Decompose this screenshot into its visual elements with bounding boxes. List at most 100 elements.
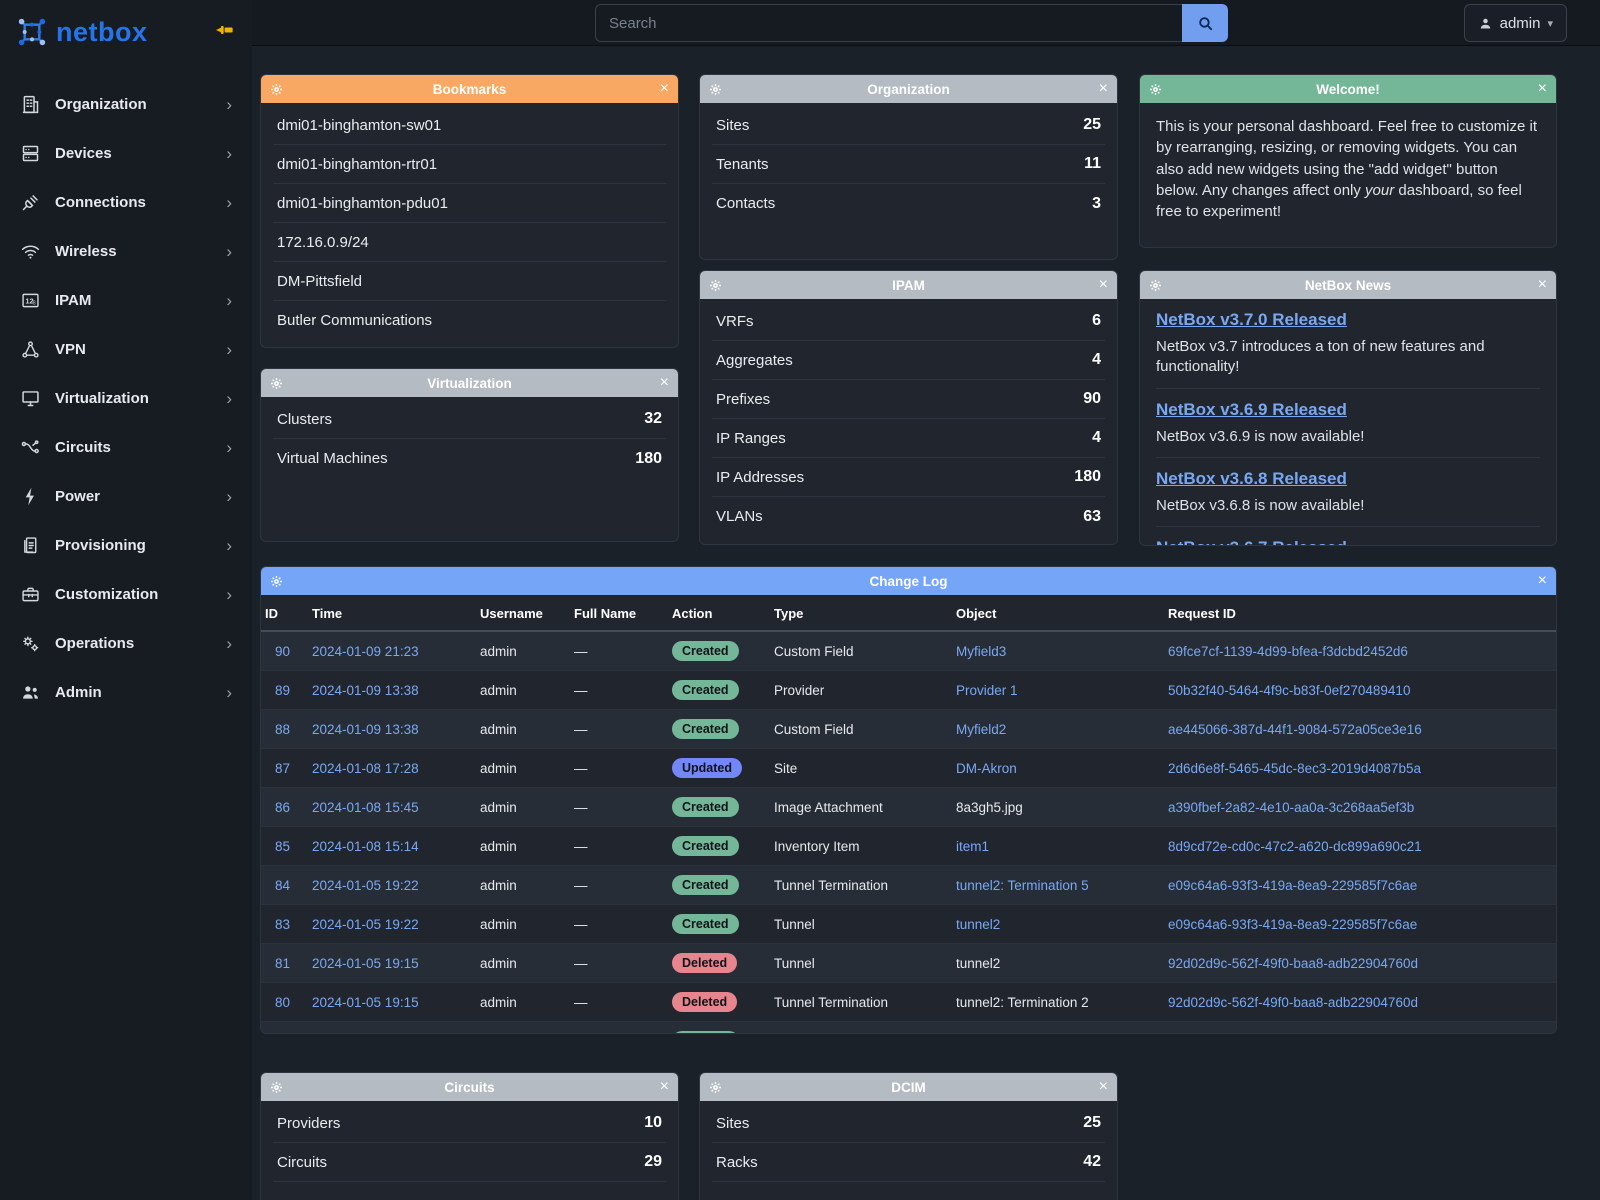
- widget-config-gear-icon[interactable]: [709, 279, 725, 292]
- changelog-time-link[interactable]: 2024-01-09 13:38: [312, 722, 419, 737]
- changelog-object[interactable]: DM-Akron: [956, 761, 1017, 776]
- stat-row[interactable]: VRFs6: [712, 302, 1105, 341]
- sidebar-item-organization[interactable]: Organization ›: [0, 80, 252, 129]
- widget-config-gear-icon[interactable]: [1149, 279, 1165, 292]
- changelog-id-link[interactable]: 79: [275, 1034, 290, 1035]
- widget-config-gear-icon[interactable]: [270, 83, 286, 96]
- sidebar-item-provisioning[interactable]: Provisioning ›: [0, 521, 252, 570]
- close-icon[interactable]: ×: [1092, 1079, 1108, 1095]
- changelog-time-link[interactable]: 2024-01-08 17:28: [312, 761, 419, 776]
- sidebar-item-wireless[interactable]: Wireless ›: [0, 227, 252, 276]
- changelog-id-link[interactable]: 85: [275, 839, 290, 854]
- brand-name[interactable]: netbox: [56, 17, 148, 48]
- close-icon[interactable]: ×: [1092, 277, 1108, 293]
- changelog-object[interactable]: item1: [956, 839, 989, 854]
- changelog-object[interactable]: tunnel1: Termination 3: [956, 1034, 1089, 1035]
- stat-row[interactable]: IP Ranges4: [712, 419, 1105, 458]
- changelog-request-id-link[interactable]: f038e755-705e-47f3-9433-5392b9e6b9e5: [1168, 1034, 1419, 1035]
- close-icon[interactable]: ×: [653, 81, 669, 97]
- changelog-time-link[interactable]: 2024-01-09 13:38: [312, 683, 419, 698]
- changelog-request-id-link[interactable]: 8d9cd72e-cd0c-47c2-a620-dc899a690c21: [1168, 839, 1422, 854]
- news-headline-link[interactable]: NetBox v3.6.7 Released: [1156, 538, 1347, 546]
- stat-row[interactable]: VLANs63: [712, 497, 1105, 536]
- changelog-object[interactable]: Myfield2: [956, 722, 1006, 737]
- stat-row[interactable]: Providers10: [273, 1104, 666, 1143]
- widget-config-gear-icon[interactable]: [270, 1081, 286, 1094]
- sidebar-item-power[interactable]: Power ›: [0, 472, 252, 521]
- bookmark-item[interactable]: dmi01-binghamton-pdu01: [273, 184, 666, 223]
- changelog-object[interactable]: tunnel2: Termination 5: [956, 878, 1089, 893]
- close-icon[interactable]: ×: [1531, 573, 1547, 589]
- widget-config-gear-icon[interactable]: [270, 575, 286, 588]
- sidebar-item-circuits[interactable]: Circuits ›: [0, 423, 252, 472]
- changelog-time-link[interactable]: 2024-01-05 19:22: [312, 878, 419, 893]
- close-icon[interactable]: ×: [653, 1079, 669, 1095]
- sidebar-item-devices[interactable]: Devices ›: [0, 129, 252, 178]
- account-menu-button[interactable]: admin ▾: [1464, 4, 1567, 42]
- sidebar-item-admin[interactable]: Admin ›: [0, 668, 252, 717]
- changelog-request-id-link[interactable]: 92d02d9c-562f-49f0-baa8-adb22904760d: [1168, 995, 1418, 1010]
- stat-row[interactable]: Tenants11: [712, 145, 1105, 184]
- bookmark-item[interactable]: dmi01-binghamton-sw01: [273, 106, 666, 145]
- changelog-time-link[interactable]: 2024-01-05 19:22: [312, 917, 419, 932]
- close-icon[interactable]: ×: [1092, 81, 1108, 97]
- widget-config-gear-icon[interactable]: [1149, 83, 1165, 96]
- changelog-time-link[interactable]: 2024-01-05 19:15: [312, 956, 419, 971]
- changelog-object[interactable]: Myfield3: [956, 644, 1006, 659]
- changelog-time-link[interactable]: 2024-01-05 19:14: [312, 1034, 419, 1035]
- sidebar-item-virtualization[interactable]: Virtualization ›: [0, 374, 252, 423]
- sidebar-item-ipam[interactable]: 128 IPAM ›: [0, 276, 252, 325]
- changelog-id-link[interactable]: 89: [275, 683, 290, 698]
- changelog-id-link[interactable]: 81: [275, 956, 290, 971]
- search-input[interactable]: [595, 4, 1182, 42]
- changelog-object[interactable]: Provider 1: [956, 683, 1018, 698]
- changelog-request-id-link[interactable]: a390fbef-2a82-4e10-aa0a-3c268aa5ef3b: [1168, 800, 1414, 815]
- changelog-request-id-link[interactable]: e09c64a6-93f3-419a-8ea9-229585f7c6ae: [1168, 878, 1417, 893]
- sidebar-item-operations[interactable]: Operations ›: [0, 619, 252, 668]
- changelog-object[interactable]: tunnel2: [956, 917, 1000, 932]
- stat-row[interactable]: Sites25: [712, 1104, 1105, 1143]
- changelog-id-link[interactable]: 80: [275, 995, 290, 1010]
- bookmark-item[interactable]: 172.16.0.9/24: [273, 223, 666, 262]
- changelog-id-link[interactable]: 90: [275, 644, 290, 659]
- changelog-id-link[interactable]: 87: [275, 761, 290, 776]
- news-headline-link[interactable]: NetBox v3.6.9 Released: [1156, 400, 1347, 420]
- changelog-request-id-link[interactable]: 69fce7cf-1139-4d99-bfea-f3dcbd2452d6: [1168, 644, 1408, 659]
- widget-config-gear-icon[interactable]: [709, 83, 725, 96]
- stat-row[interactable]: Sites25: [712, 106, 1105, 145]
- news-headline-link[interactable]: NetBox v3.6.8 Released: [1156, 469, 1347, 489]
- stat-row[interactable]: Clusters32: [273, 400, 666, 439]
- bookmark-item[interactable]: Butler Communications: [273, 301, 666, 340]
- search-button[interactable]: [1182, 4, 1228, 42]
- stat-row[interactable]: Racks42: [712, 1143, 1105, 1182]
- stat-row[interactable]: Circuits29: [273, 1143, 666, 1182]
- changelog-object[interactable]: 8a3gh5.jpg: [956, 800, 1023, 815]
- stat-row[interactable]: Virtual Machines180: [273, 439, 666, 478]
- changelog-request-id-link[interactable]: 92d02d9c-562f-49f0-baa8-adb22904760d: [1168, 956, 1418, 971]
- stat-row[interactable]: Prefixes90: [712, 380, 1105, 419]
- changelog-request-id-link[interactable]: 2d6d6e8f-5465-45dc-8ec3-2019d4087b5a: [1168, 761, 1421, 776]
- sidebar-item-connections[interactable]: Connections ›: [0, 178, 252, 227]
- bookmark-item[interactable]: DM-Pittsfield: [273, 262, 666, 301]
- changelog-id-link[interactable]: 83: [275, 917, 290, 932]
- changelog-id-link[interactable]: 86: [275, 800, 290, 815]
- changelog-id-link[interactable]: 84: [275, 878, 290, 893]
- changelog-request-id-link[interactable]: 50b32f40-5464-4f9c-b83f-0ef270489410: [1168, 683, 1410, 698]
- changelog-time-link[interactable]: 2024-01-08 15:14: [312, 839, 419, 854]
- stat-row[interactable]: Contacts3: [712, 184, 1105, 223]
- changelog-time-link[interactable]: 2024-01-08 15:45: [312, 800, 419, 815]
- widget-config-gear-icon[interactable]: [270, 377, 286, 390]
- changelog-request-id-link[interactable]: e09c64a6-93f3-419a-8ea9-229585f7c6ae: [1168, 917, 1417, 932]
- news-headline-link[interactable]: NetBox v3.7.0 Released: [1156, 310, 1347, 330]
- netbox-logo-icon[interactable]: [16, 16, 48, 48]
- changelog-object[interactable]: tunnel2: [956, 956, 1000, 971]
- changelog-id-link[interactable]: 88: [275, 722, 290, 737]
- changelog-time-link[interactable]: 2024-01-09 21:23: [312, 644, 419, 659]
- close-icon[interactable]: ×: [653, 375, 669, 391]
- changelog-request-id-link[interactable]: ae445066-387d-44f1-9084-572a05ce3e16: [1168, 722, 1422, 737]
- stat-row[interactable]: Aggregates4: [712, 341, 1105, 380]
- sidebar-item-vpn[interactable]: VPN ›: [0, 325, 252, 374]
- stat-row[interactable]: IP Addresses180: [712, 458, 1105, 497]
- bookmark-item[interactable]: dmi01-binghamton-rtr01: [273, 145, 666, 184]
- pin-sidebar-icon[interactable]: [216, 23, 234, 42]
